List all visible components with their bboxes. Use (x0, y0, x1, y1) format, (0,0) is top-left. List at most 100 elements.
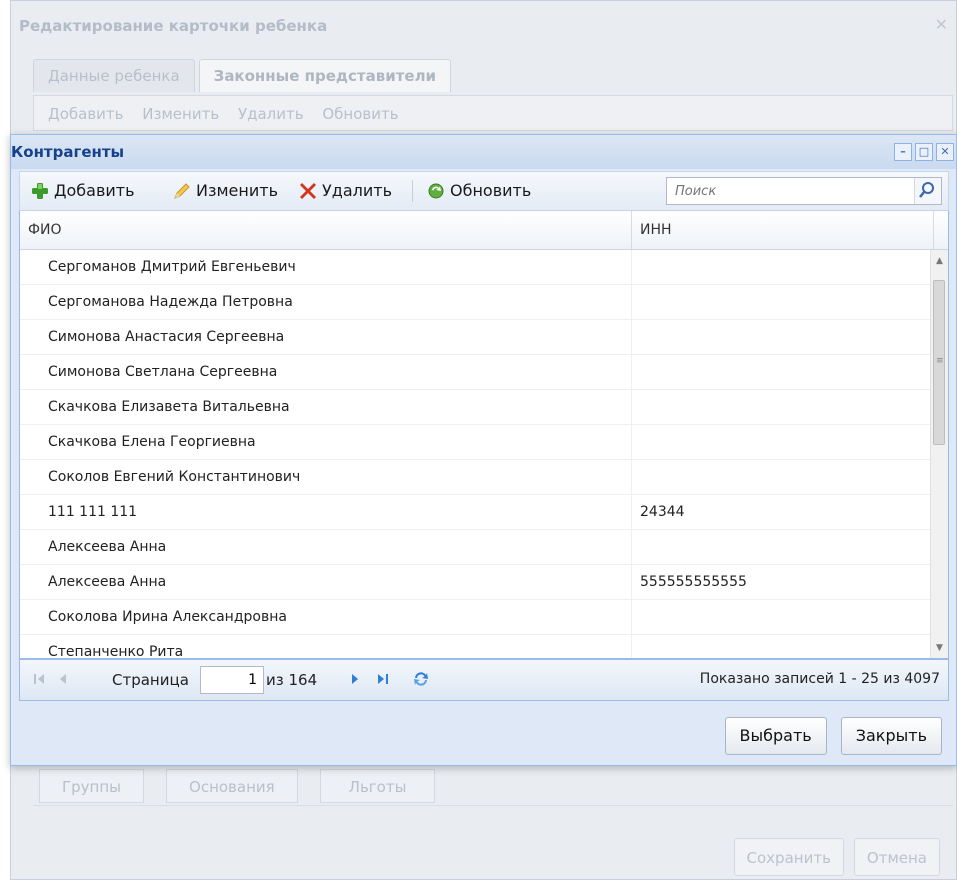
cell-inn (632, 390, 932, 424)
table-row[interactable]: Соколов Евгений Константинович (20, 460, 932, 495)
delete-x-icon (298, 181, 318, 201)
table-row[interactable]: Скачкова Елена Георгиевна (20, 425, 932, 460)
table-row[interactable]: Симонова Анастасия Сергеевна (20, 320, 932, 355)
grid-body: Сергоманов Дмитрий Евгеньевич Сергоманова… (20, 250, 932, 658)
cell-inn: 555555555555 (640, 574, 747, 590)
cell-inn (632, 460, 932, 494)
reload-icon[interactable] (412, 670, 430, 688)
cell-fio: Скачкова Елизавета Витальевна (20, 390, 632, 424)
window-tools: – □ ✕ (894, 143, 954, 161)
cell-fio: Соколов Евгений Константинович (20, 460, 632, 494)
tab-legal-representatives: Законные представители (198, 59, 452, 92)
window-footer: Выбрать Закрыть (724, 717, 942, 755)
background-toolbar: Добавить Изменить Удалить Обновить (33, 95, 953, 131)
pencil-icon (172, 181, 192, 201)
minimize-icon[interactable]: – (894, 143, 912, 161)
last-page-icon[interactable] (374, 670, 392, 688)
cell-fio: Алексеева Анна (20, 530, 632, 564)
edit-label: Изменить (196, 181, 278, 200)
column-header-inn[interactable]: ИНН (632, 211, 934, 249)
table-row[interactable]: Алексеева Анна 555555555555 (20, 565, 932, 600)
table-row[interactable]: Степанченко Рита (20, 635, 932, 658)
tab-child-data: Данные ребенка (33, 59, 195, 92)
window-title: Контрагенты (11, 143, 125, 161)
background-divider (33, 805, 953, 824)
cell-inn (632, 600, 932, 634)
cell-inn (632, 285, 932, 319)
background-bottom-tabs: Группы Основания Льготы (39, 769, 436, 803)
column-header-fio[interactable]: ФИО (20, 211, 632, 249)
cell-inn (632, 425, 932, 459)
background-close-icon: ✕ (934, 15, 948, 34)
refresh-icon (426, 181, 446, 201)
delete-label: Удалить (322, 181, 392, 200)
background-window-title: Редактирование карточки ребенка (19, 17, 328, 35)
maximize-icon[interactable]: □ (915, 143, 933, 161)
cell-inn (632, 530, 932, 564)
add-button[interactable]: Добавить (30, 176, 135, 206)
background-edit-button: Изменить (142, 105, 220, 123)
first-page-icon[interactable] (30, 670, 48, 688)
background-add-button: Добавить (48, 105, 124, 123)
table-row[interactable]: Сергоманов Дмитрий Евгеньевич (20, 250, 932, 285)
table-row[interactable]: Симонова Светлана Сергеевна (20, 355, 932, 390)
paging-toolbar: Страница из 164 Показано записей 1 - 25 … (19, 659, 949, 701)
edit-button[interactable]: Изменить (172, 176, 278, 206)
refresh-label: Обновить (450, 181, 532, 200)
prev-page-icon[interactable] (54, 670, 72, 688)
table-row[interactable]: Алексеева Анна (20, 530, 932, 565)
scroll-thumb[interactable]: ≡ (933, 280, 945, 445)
cell-inn (632, 250, 932, 284)
scroll-down-icon[interactable]: ▼ (931, 640, 948, 657)
table-row[interactable]: Сергоманова Надежда Петровна (20, 285, 932, 320)
scroll-up-icon[interactable]: ▲ (931, 253, 948, 270)
grounds-button: Основания (166, 769, 298, 803)
plus-icon (30, 181, 50, 201)
cell-fio: 111 111 111 (20, 495, 632, 529)
cell-fio: Сергоманов Дмитрий Евгеньевич (20, 250, 632, 284)
records-info: Показано записей 1 - 25 из 4097 (699, 671, 940, 687)
grid-toolbar: Добавить Изменить Удалить Обновить (19, 171, 949, 211)
cell-fio: Алексеева Анна (20, 565, 632, 599)
cell-inn (632, 635, 932, 658)
table-row[interactable]: Соколова Ирина Александровна (20, 600, 932, 635)
benefits-button: Льготы (319, 769, 436, 803)
search-input[interactable] (667, 178, 914, 204)
toolbar-separator (412, 180, 413, 202)
grip-icon: ≡ (936, 356, 944, 366)
background-delete-button: Удалить (237, 105, 304, 123)
cell-fio: Соколова Ирина Александровна (20, 600, 632, 634)
groups-button: Группы (39, 769, 145, 803)
select-button[interactable]: Выбрать (724, 717, 827, 755)
page-count: из 164 (266, 671, 318, 689)
window-header: Контрагенты – □ ✕ (11, 135, 956, 169)
next-page-icon[interactable] (346, 670, 364, 688)
cell-fio: Скачкова Елена Георгиевна (20, 425, 632, 459)
cell-fio: Сергоманова Надежда Петровна (20, 285, 632, 319)
table-row[interactable]: 111 111 111 24344 (20, 495, 932, 530)
add-label: Добавить (54, 181, 135, 200)
cell-fio: Степанченко Рита (20, 635, 632, 658)
background-tabs: Данные ребенка Законные представители (33, 59, 452, 92)
search-field (666, 177, 942, 205)
page-label: Страница (112, 671, 189, 689)
refresh-button[interactable]: Обновить (426, 176, 531, 206)
delete-button[interactable]: Удалить (298, 176, 392, 206)
close-icon[interactable]: ✕ (936, 143, 954, 161)
vertical-scrollbar[interactable]: ▲ ≡ ▼ (930, 250, 948, 658)
cell-inn: 24344 (640, 504, 685, 520)
cell-fio: Симонова Анастасия Сергеевна (20, 320, 632, 354)
table-row[interactable]: Скачкова Елизавета Витальевна (20, 390, 932, 425)
cell-inn (632, 355, 932, 389)
grid-header: ФИО ИНН (20, 211, 948, 250)
page-number-input[interactable] (200, 666, 264, 694)
cell-fio: Симонова Светлана Сергеевна (20, 355, 632, 389)
cell-inn (632, 320, 932, 354)
search-icon[interactable] (914, 178, 941, 204)
contractors-grid: ФИО ИНН Сергоманов Дмитрий Евгеньевич Сер… (19, 211, 949, 659)
background-refresh-button: Обновить (322, 105, 399, 123)
contractors-window: Контрагенты – □ ✕ Добавить Изменить Удал… (10, 134, 957, 766)
background-footer: Сохранить Отмена (733, 838, 940, 876)
close-button[interactable]: Закрыть (840, 717, 942, 755)
save-button: Сохранить (733, 838, 844, 876)
